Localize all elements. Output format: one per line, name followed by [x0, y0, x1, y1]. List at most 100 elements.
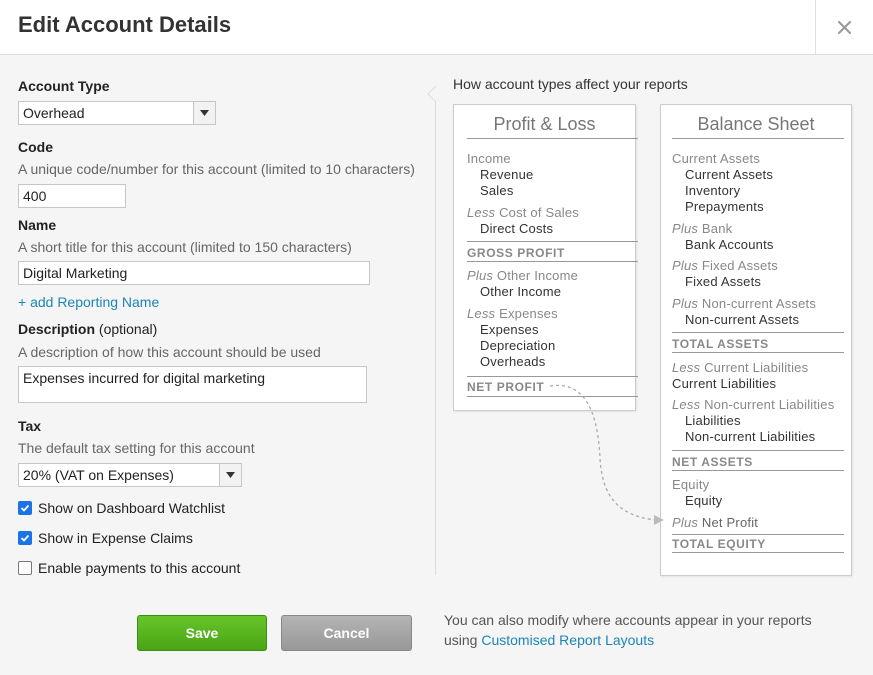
less-text: Less [672, 360, 701, 375]
close-button[interactable] [815, 0, 873, 55]
divider [672, 534, 844, 535]
dashboard-watchlist-checkbox[interactable] [18, 501, 32, 515]
current-liabilities-heading-text: Current Liabilities [704, 360, 809, 375]
bs-bank-accounts: Bank Accounts [685, 237, 774, 252]
expense-claims-checkbox[interactable] [18, 531, 32, 545]
other-income-heading-text: Other Income [496, 268, 579, 283]
dialog-header: Edit Account Details [0, 0, 873, 55]
description-textarea[interactable]: Expenses incurred for digital marketing [18, 366, 367, 403]
plus-text: Plus [672, 258, 699, 273]
bs-noncurrent-assets: Non-current Assets [685, 312, 800, 327]
divider [672, 470, 844, 471]
code-label: Code [18, 139, 53, 155]
divider [672, 450, 844, 451]
pl-expenses: Expenses [480, 322, 539, 337]
customised-report-layouts-link[interactable]: Customised Report Layouts [481, 632, 654, 648]
divider [672, 352, 844, 353]
fixed-assets-heading-text: Fixed Assets [701, 258, 779, 273]
enable-payments-checkbox-row[interactable]: Enable payments to this account [18, 559, 240, 577]
pl-revenue: Revenue [480, 167, 534, 182]
account-type-value: Overhead [23, 105, 85, 121]
description-optional: (optional) [98, 321, 158, 337]
bs-fixed-assets: Fixed Assets [685, 274, 762, 289]
cancel-button[interactable]: Cancel [281, 615, 412, 651]
pl-overheads: Overheads [480, 354, 546, 369]
bs-equity: Equity [685, 493, 723, 508]
bank-heading-text: Bank [701, 221, 733, 236]
bs-inventory: Inventory [685, 183, 741, 198]
dashboard-watchlist-label: Show on Dashboard Watchlist [38, 500, 226, 516]
plus-text: Plus [672, 221, 699, 236]
bs-fixed-assets-heading: Plus Fixed Assets [672, 258, 778, 273]
report-layout-note-text: You can also modify where accounts appea… [444, 612, 812, 628]
net-profit-text: Net Profit [701, 515, 759, 530]
less-text: Less [467, 306, 496, 321]
cost-of-sales-text: Cost of Sales [499, 205, 579, 220]
bs-noncurrent-assets-heading: Plus Non-current Assets [672, 296, 816, 311]
divider [672, 138, 844, 139]
tax-select[interactable]: 20% (VAT on Expenses) [18, 463, 242, 487]
divider-pointer [427, 86, 437, 102]
bs-current-assets-heading: Current Assets [672, 151, 761, 166]
pl-other-income: Other Income [480, 284, 562, 299]
divider [467, 241, 638, 242]
tax-hint: The default tax setting for this account [18, 440, 255, 456]
balance-sheet-report: Balance Sheet Current Assets Current Ass… [660, 104, 852, 576]
expense-claims-checkbox-row[interactable]: Show in Expense Claims [18, 529, 193, 547]
pl-direct-costs: Direct Costs [480, 221, 554, 236]
description-label: Description (optional) [18, 321, 157, 337]
code-input[interactable]: 400 [18, 184, 126, 208]
account-type-select[interactable]: Overhead [18, 101, 216, 125]
divider [672, 332, 844, 333]
bs-total-assets: TOTAL ASSETS [672, 337, 769, 351]
bs-prepayments: Prepayments [685, 199, 764, 214]
pl-other-income-heading: Plus Other Income [467, 268, 578, 283]
pl-sales: Sales [480, 183, 514, 198]
less-text: Less [672, 397, 701, 412]
plus-text: Plus [672, 296, 699, 311]
dropdown-arrow-icon[interactable] [193, 102, 215, 124]
tax-value: 20% (VAT on Expenses) [23, 467, 174, 483]
bs-equity-heading: Equity [672, 477, 710, 492]
section-divider [435, 100, 436, 575]
pl-expenses-heading: Less Expenses [467, 306, 558, 321]
pl-net-profit: NET PROFIT [467, 380, 545, 394]
expenses-heading-text: Expenses [499, 306, 558, 321]
net-profit-flow-arrow [549, 384, 664, 525]
add-reporting-name-link[interactable]: + add Reporting Name [18, 294, 159, 310]
bs-current-liabilities-heading: Less Current Liabilities [672, 360, 808, 375]
name-hint: A short title for this account (limited … [18, 239, 352, 255]
bs-bank-heading: Plus Bank [672, 221, 732, 236]
less-text: Less [467, 205, 496, 220]
dropdown-arrow-icon[interactable] [219, 464, 241, 486]
check-icon [20, 504, 30, 512]
pl-depreciation: Depreciation [480, 338, 556, 353]
bs-noncurrent-liabilities-heading: Less Non-current Liabilities [672, 397, 834, 412]
noncurrent-liabilities-heading-text: Non-current Liabilities [704, 397, 835, 412]
plus-text: Plus [467, 268, 494, 283]
divider [467, 138, 638, 139]
bs-net-profit: Plus Net Profit [672, 515, 758, 530]
profit-loss-heading: Profit & Loss [493, 114, 596, 134]
profit-loss-report: Profit & Loss Income Revenue Sales Less … [453, 104, 638, 411]
code-hint: A unique code/number for this account (l… [18, 161, 415, 177]
bs-current-liabilities: Current Liabilities [672, 376, 777, 391]
reports-title: How account types affect your reports [453, 76, 688, 92]
enable-payments-label: Enable payments to this account [38, 560, 241, 576]
dashboard-watchlist-checkbox-row[interactable]: Show on Dashboard Watchlist [18, 499, 225, 517]
bs-net-assets: NET ASSETS [672, 455, 753, 469]
bs-total-equity: TOTAL EQUITY [672, 537, 766, 551]
description-label-text: Description [18, 321, 96, 337]
enable-payments-checkbox[interactable] [18, 561, 32, 575]
divider [467, 376, 638, 377]
name-input[interactable]: Digital Marketing [18, 261, 370, 285]
save-button[interactable]: Save [137, 615, 267, 651]
plus-text: Plus [672, 515, 699, 530]
divider [672, 552, 844, 553]
tax-label: Tax [18, 418, 42, 434]
report-layout-note-line2: using Customised Report Layouts [444, 630, 812, 650]
pl-gross-profit: GROSS PROFIT [467, 246, 565, 260]
dialog-title: Edit Account Details [18, 12, 232, 37]
expense-claims-label: Show in Expense Claims [38, 530, 193, 546]
name-label: Name [18, 217, 57, 233]
